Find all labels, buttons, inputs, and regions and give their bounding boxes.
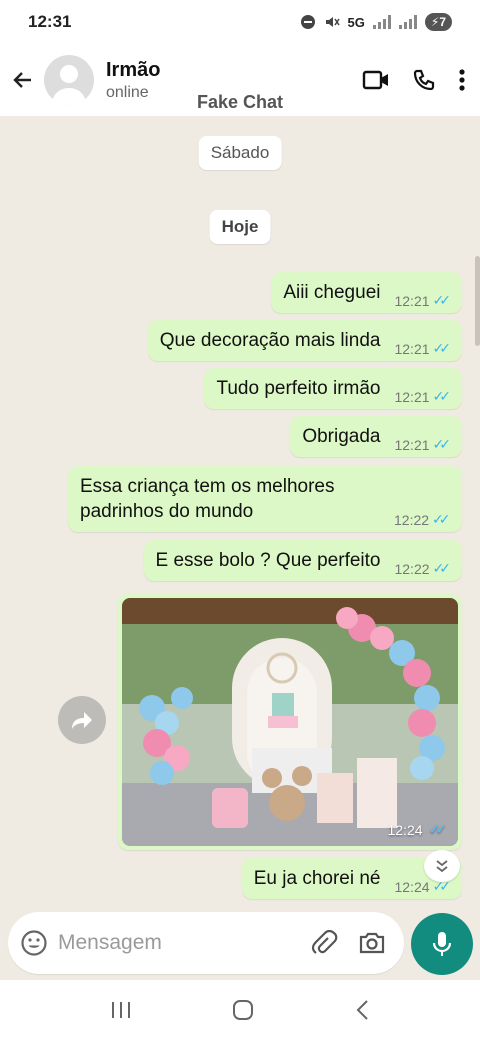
message-text: Aiii cheguei [283,282,381,303]
message-text: Obrigada [302,426,381,447]
message-time: 12:22 [394,560,430,577]
arrow-left-icon [13,72,31,88]
image-message[interactable]: 12:24 ✓✓ [118,594,462,850]
message-time: 12:24 [394,878,430,895]
recent-apps-icon[interactable] [110,1000,132,1020]
more-vertical-icon[interactable] [458,68,466,92]
mute-icon [325,17,340,27]
battery-indicator: ⚡7 [424,13,452,31]
status-time: 12:31 [28,12,72,31]
message-text: Que decoração mais linda [159,330,381,351]
signal-icon [372,15,391,29]
chat-area[interactable]: Sábado Hoje Aiii cheguei 12:21 ✓✓ Que dec… [0,116,480,910]
message-bubble[interactable]: Que decoração mais linda 12:21 ✓✓ [147,320,462,361]
status-icons: 5G ⚡7 [300,13,452,31]
scrollbar[interactable] [475,256,480,346]
message-text: Tudo perfeito irmão [216,378,381,399]
read-ticks-icon: ✓✓ [432,292,452,308]
message-text: Eu ja chorei né [253,868,381,889]
back-nav-icon[interactable] [354,998,370,1022]
read-ticks-icon: ✓✓ [432,388,452,404]
emoji-icon[interactable] [20,929,48,957]
system-nav-bar [0,980,480,1040]
video-call-icon[interactable] [362,69,390,91]
read-ticks-icon: ✓✓ [432,436,452,452]
message-time: 12:21 [394,436,430,453]
battery-level: 7 [439,15,446,29]
message-time: 12:22 [394,511,430,528]
message-meta: 12:21 ✓✓ [394,292,452,309]
message-time: 12:21 [394,292,430,309]
signal-icon-2 [398,15,417,29]
contact-name: Irmão [106,58,161,81]
message-meta: 12:21 ✓✓ [394,388,452,405]
chevron-double-down-icon [436,860,448,873]
read-ticks-icon: ✓✓ [432,511,451,527]
message-bubble[interactable]: Essa criança tem os melhores padrinhos d… [68,466,462,532]
message-bubble[interactable]: Tudo perfeito irmão 12:21 ✓✓ [204,368,462,409]
image-meta: 12:24 ✓✓ [387,821,448,838]
message-meta: 12:21 ✓✓ [394,340,452,357]
camera-icon[interactable] [358,930,386,956]
attachment-icon[interactable] [310,930,338,958]
message-input-bar [0,910,480,980]
message-bubble[interactable]: E esse bolo ? Que perfeito 12:22 ✓✓ [143,540,462,581]
message-text: Essa criança tem os melhores padrinhos d… [80,476,335,522]
date-divider-saturday: Sábado [198,136,282,170]
watermark: Fake Chat [196,92,284,112]
message-bubble[interactable]: Aiii cheguei 12:21 ✓✓ [271,272,462,313]
microphone-button[interactable] [411,913,473,975]
read-ticks-icon: ✓✓ [428,821,448,837]
message-time: 12:21 [394,388,430,405]
party-decoration-image [122,598,458,846]
microphone-icon [432,932,452,956]
date-divider-today: Hoje [209,210,271,244]
message-input[interactable] [58,931,288,955]
forward-icon [72,712,92,729]
message-text: E esse bolo ? Que perfeito [155,550,381,571]
image-time: 12:24 [387,821,423,838]
status-bar: 12:31 5G ⚡7 [0,0,480,44]
message-meta: 12:22 ✓✓ [394,560,452,577]
party-photo[interactable]: 12:24 ✓✓ [122,598,458,846]
message-meta: 12:22 ✓✓ [394,511,451,528]
message-meta: 12:21 ✓✓ [394,436,452,453]
message-input-container[interactable] [8,912,404,974]
message-bubble[interactable]: Obrigada 12:21 ✓✓ [290,416,462,457]
scroll-down-button[interactable] [424,850,460,882]
phone-icon[interactable] [412,68,436,92]
read-ticks-icon: ✓✓ [432,560,452,576]
home-icon[interactable] [231,998,255,1022]
message-time: 12:21 [394,340,430,357]
forward-button[interactable] [58,696,106,744]
network-label: 5G [347,14,365,30]
read-ticks-icon: ✓✓ [432,340,452,356]
dnd-icon [300,15,315,29]
